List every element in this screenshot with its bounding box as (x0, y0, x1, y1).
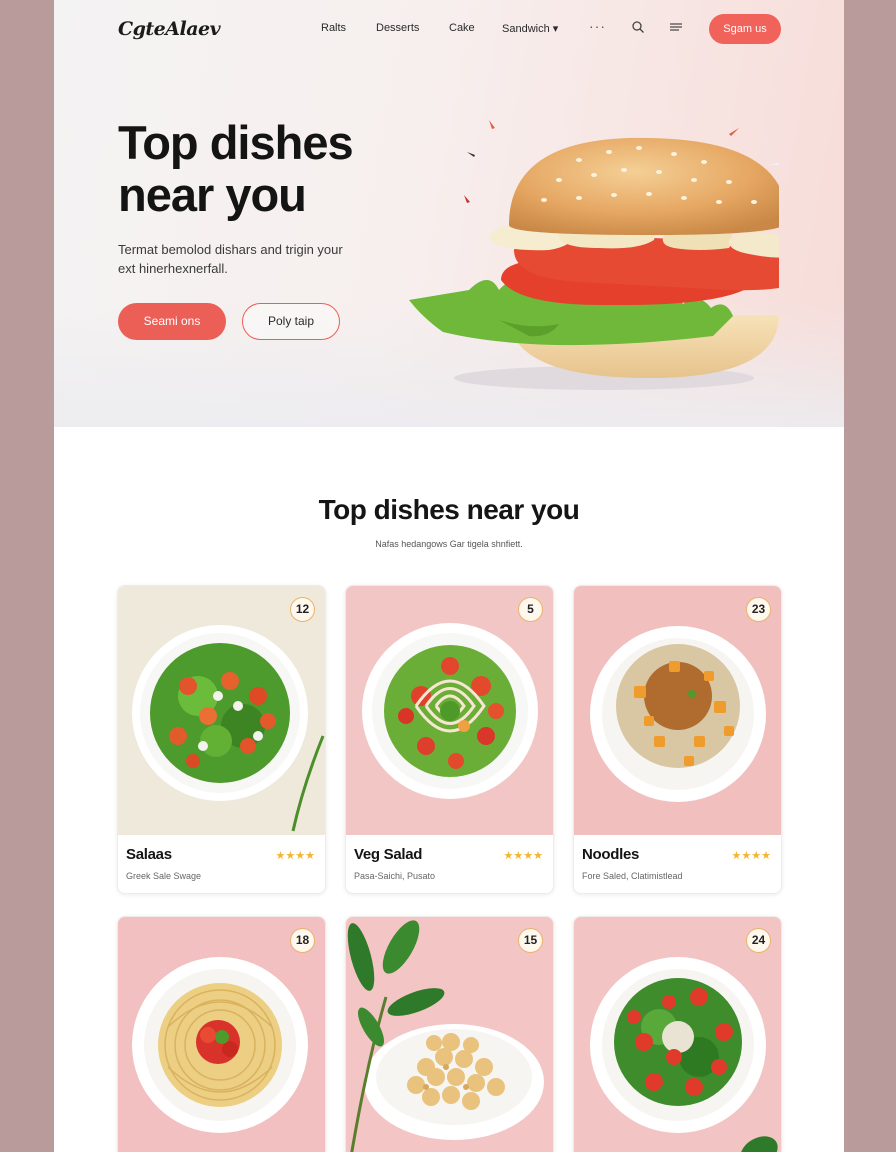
nav-link-desserts[interactable]: Desserts (376, 22, 419, 34)
dish-card-veg-salad[interactable]: 5 Veg Salad ★★★★ Pasa-Saichi, Pusato (345, 585, 554, 894)
burger-image (409, 120, 779, 390)
hero-subtitle: Termat bemolod dishars and trigin your e… (118, 242, 343, 276)
dish-name: Veg Salad (354, 846, 423, 863)
hero-section: CgteAlaev Ralts Desserts Cake Sandwich ▾… (54, 0, 844, 427)
dish-card-green-salad[interactable]: 24 (573, 916, 782, 1152)
rating-stars: ★★★★ (731, 850, 771, 862)
dish-description: Greek Sale Swage (126, 871, 202, 881)
hero-primary-button[interactable]: Seami ons (118, 303, 226, 340)
dish-card-noodles[interactable]: 23 Noodles ★★★★ Fore Saled, Clatimistlea… (573, 585, 782, 894)
dish-image: 23 (574, 586, 781, 835)
dish-card-salaas[interactable]: 12 Salaas ★★★★ Greek Sale Swage (117, 585, 326, 894)
dish-image: 24 (574, 917, 781, 1152)
count-badge: 15 (518, 928, 543, 953)
section-title: Top dishes near you (318, 494, 580, 525)
chevron-down-icon: ▾ (552, 23, 559, 35)
search-icon[interactable] (631, 20, 645, 34)
dish-name: Salaas (126, 846, 172, 863)
dish-card-spaghetti[interactable]: 18 (117, 916, 326, 1152)
more-menu[interactable]: ··· (589, 18, 606, 34)
count-badge: 24 (746, 928, 771, 953)
hero-secondary-button[interactable]: Poly taip (242, 303, 340, 340)
menu-icon[interactable] (669, 20, 683, 34)
landing-page: CgteAlaev Ralts Desserts Cake Sandwich ▾… (54, 0, 844, 1152)
rating-stars: ★★★★ (275, 850, 315, 862)
brand-logo[interactable]: CgteAlaev (118, 18, 221, 40)
dish-image: 15 (346, 917, 553, 1152)
dish-description: Pasa-Saichi, Pusato (354, 871, 436, 881)
nav-link-sandwich-label: Sandwich (502, 23, 550, 35)
dish-description: Fore Saled, Clatimistlead (582, 871, 683, 881)
nav-cta-button[interactable]: Sgam us (709, 14, 781, 44)
count-badge: 12 (290, 597, 315, 622)
dish-name: Noodles (582, 846, 640, 863)
count-badge: 5 (518, 597, 543, 622)
nav-link-sandwich[interactable]: Sandwich ▾ (502, 22, 558, 35)
rating-stars: ★★★★ (503, 850, 543, 862)
dish-image: 12 (118, 586, 325, 835)
dish-image: 18 (118, 917, 325, 1152)
nav-link-ralts[interactable]: Ralts (321, 22, 346, 34)
hero-title: Top dishes near you (118, 116, 354, 221)
section-subtitle: Nafas hedangows Gar tigela shnfiett. (375, 539, 523, 549)
top-navigation: CgteAlaev Ralts Desserts Cake Sandwich ▾… (54, 0, 844, 58)
count-badge: 23 (746, 597, 771, 622)
dish-card-chickpeas[interactable]: 15 (345, 916, 554, 1152)
count-badge: 18 (290, 928, 315, 953)
nav-link-cake[interactable]: Cake (449, 22, 475, 34)
dish-image: 5 (346, 586, 553, 835)
